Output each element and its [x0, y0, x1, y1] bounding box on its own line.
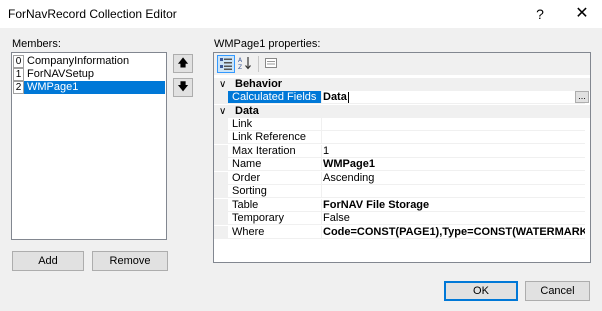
row-gutter [214, 185, 228, 198]
property-row-where[interactable]: Where Code=CONST(PAGE1),Type=CONST(WATER… [214, 226, 590, 239]
property-name: Table [228, 199, 322, 212]
property-row-name[interactable]: Name WMPage1 [214, 158, 590, 171]
ok-button[interactable]: OK [444, 281, 518, 301]
row-gutter [214, 131, 228, 144]
chevron-down-icon[interactable]: ∨ [219, 78, 226, 91]
member-index: 1 [13, 68, 24, 81]
window-title: ForNavRecord Collection Editor [8, 7, 177, 21]
title-bar: ForNavRecord Collection Editor ? ✕ [0, 0, 602, 28]
row-gutter [214, 118, 228, 131]
row-gutter [214, 212, 228, 225]
member-name: CompanyInformation [27, 55, 130, 67]
add-button[interactable]: Add [12, 251, 84, 271]
property-row-table[interactable]: Table ForNAV File Storage [214, 199, 590, 212]
property-name: Where [228, 226, 322, 239]
property-grid-toolbar: A Z [214, 53, 590, 75]
cancel-button[interactable]: Cancel [525, 281, 590, 301]
property-row-temporary[interactable]: Temporary False [214, 212, 590, 225]
property-value[interactable]: False [321, 212, 585, 225]
property-name: Max Iteration [228, 145, 322, 158]
row-gutter [214, 226, 228, 239]
category-data[interactable]: ∨ Data [214, 105, 590, 118]
row-gutter [214, 145, 228, 158]
move-up-button[interactable]: 🡅 [173, 54, 193, 73]
property-value[interactable]: Code=CONST(PAGE1),Type=CONST(WATERMARK) [321, 226, 585, 239]
member-index: 0 [13, 55, 24, 68]
member-name: WMPage1 [27, 81, 79, 93]
row-gutter [214, 172, 228, 185]
list-item[interactable]: 0 CompanyInformation [13, 55, 165, 68]
property-name: Link Reference [228, 131, 322, 144]
help-button[interactable]: ? [520, 0, 560, 28]
row-gutter [214, 199, 228, 212]
category-behavior[interactable]: ∨ Behavior [214, 78, 590, 91]
members-label: Members: [12, 38, 61, 50]
list-item[interactable]: 2 WMPage1 [13, 81, 165, 94]
property-name: Calculated Fields [228, 91, 322, 104]
property-row-link[interactable]: Link [214, 118, 590, 131]
property-name: Sorting [228, 185, 322, 198]
property-value[interactable] [321, 131, 585, 144]
arrow-down-icon: 🡇 [177, 81, 189, 93]
svg-text:A: A [238, 57, 243, 64]
property-value[interactable]: ForNAV File Storage [321, 199, 585, 212]
property-row-order[interactable]: Order Ascending [214, 172, 590, 185]
move-down-button[interactable]: 🡇 [173, 78, 193, 97]
property-value-editor[interactable]: Data [321, 91, 585, 104]
member-name: ForNAVSetup [27, 68, 95, 80]
property-grid[interactable]: A Z ∨ Behavior Calculated Fields Data ..… [213, 52, 591, 263]
property-row-max-iteration[interactable]: Max Iteration 1 [214, 145, 590, 158]
row-gutter [214, 91, 228, 104]
property-row-sorting[interactable]: Sorting [214, 185, 590, 198]
chevron-down-icon[interactable]: ∨ [219, 105, 226, 118]
categorized-icon[interactable] [217, 55, 235, 73]
category-label: Behavior [235, 78, 283, 90]
alphabetical-icon[interactable]: A Z [236, 55, 254, 73]
remove-button[interactable]: Remove [92, 251, 168, 271]
property-name: Temporary [228, 212, 322, 225]
property-pages-icon[interactable] [262, 55, 280, 73]
property-name: Name [228, 158, 322, 171]
property-value[interactable] [321, 185, 585, 198]
property-row-link-reference[interactable]: Link Reference [214, 131, 590, 144]
ellipsis-button[interactable]: ... [575, 91, 589, 103]
text-caret [347, 91, 349, 103]
property-value[interactable]: 1 [321, 145, 585, 158]
close-button[interactable]: ✕ [562, 0, 602, 28]
members-list[interactable]: 0 CompanyInformation 1 ForNAVSetup 2 WMPage… [11, 52, 167, 240]
property-row-calculated-fields[interactable]: Calculated Fields Data ... [214, 91, 590, 104]
property-value[interactable]: WMPage1 [321, 158, 585, 171]
member-index: 2 [13, 81, 24, 94]
property-value[interactable]: Ascending [321, 172, 585, 185]
list-item[interactable]: 1 ForNAVSetup [13, 68, 165, 81]
row-gutter [214, 158, 228, 171]
property-value[interactable] [321, 118, 585, 131]
property-name: Order [228, 172, 322, 185]
property-value: Data [323, 91, 347, 103]
property-name: Link [228, 118, 322, 131]
properties-label: WMPage1 properties: [214, 38, 321, 50]
svg-text:Z: Z [238, 64, 242, 70]
arrow-up-icon: 🡅 [177, 57, 189, 69]
toolbar-divider [258, 56, 259, 72]
category-label: Data [235, 105, 259, 117]
